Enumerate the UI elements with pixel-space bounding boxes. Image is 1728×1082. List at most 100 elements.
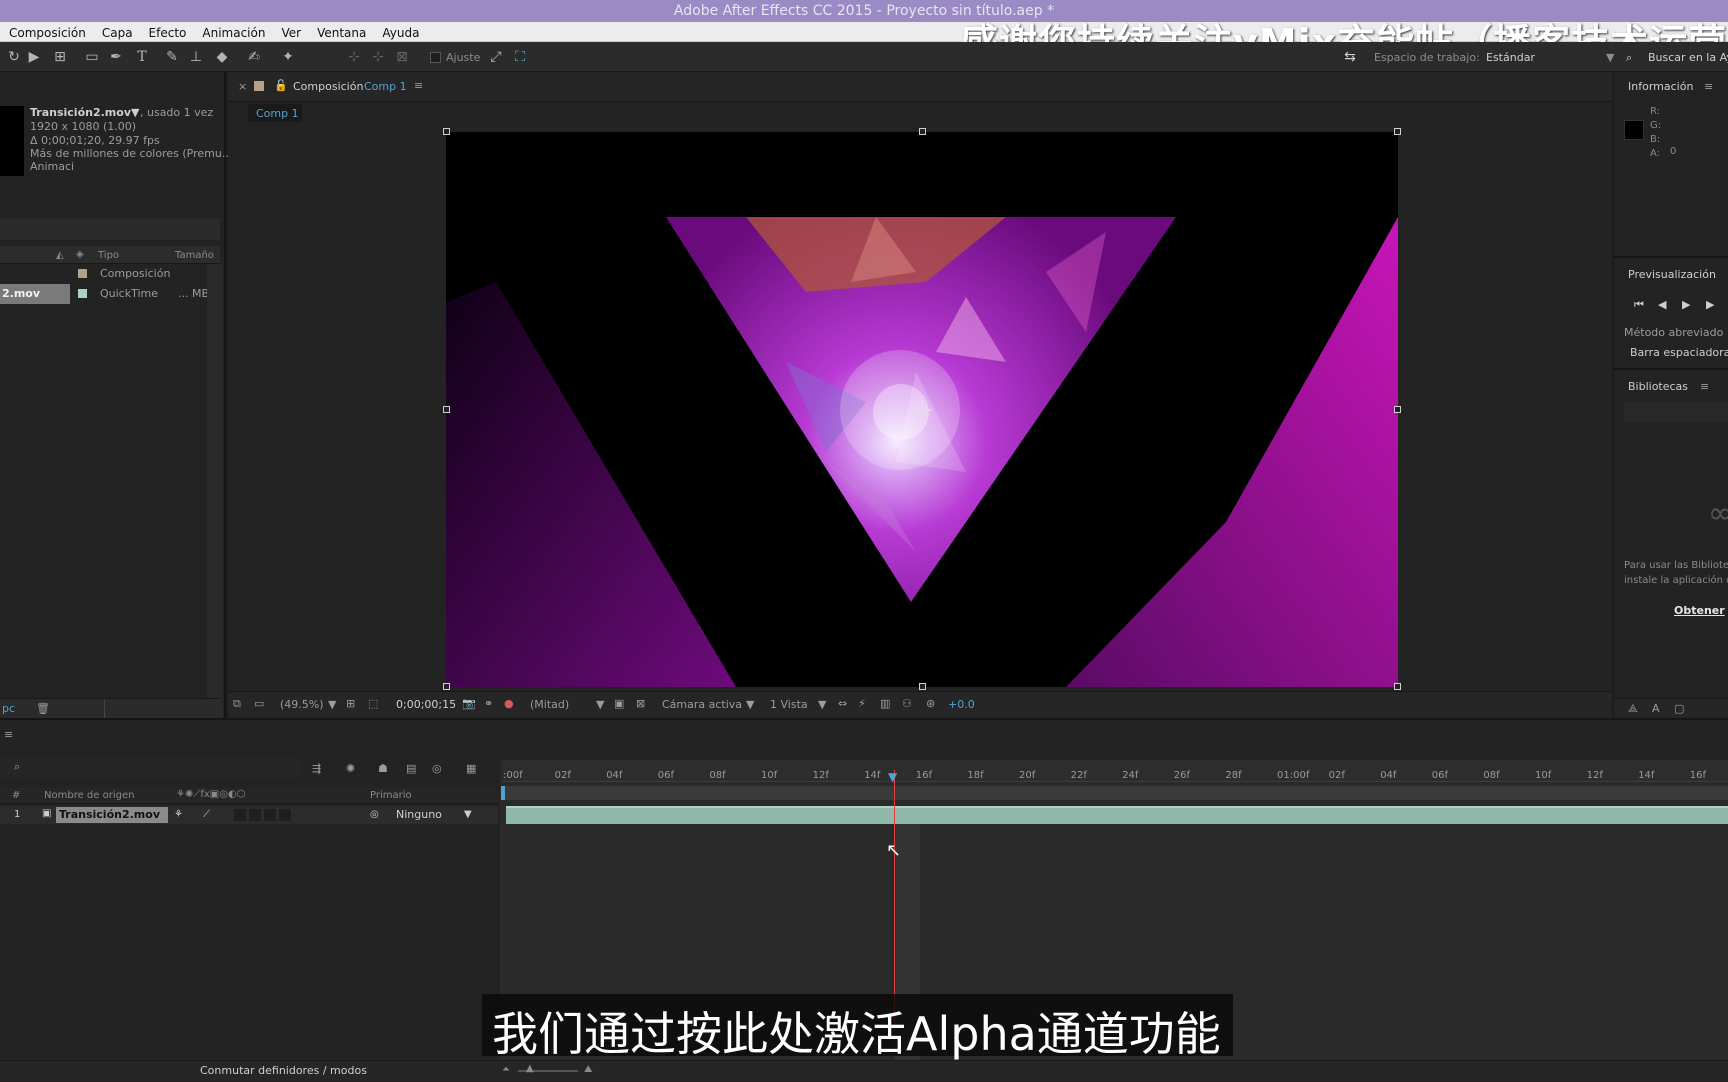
axis-view-icon[interactable]: ⊠ bbox=[394, 49, 410, 65]
camera-tool-icon[interactable]: ▶ bbox=[26, 49, 42, 65]
bpc-button[interactable]: pc bbox=[2, 702, 15, 715]
layer-duration-bar[interactable] bbox=[506, 806, 1728, 824]
workspace-sync-icon[interactable]: ⇆ bbox=[1342, 49, 1358, 65]
menu-animacion[interactable]: Animación bbox=[193, 23, 272, 40]
obtain-link[interactable]: Obtener bbox=[1674, 604, 1725, 617]
trash-icon[interactable]: 🗑 bbox=[36, 702, 50, 715]
motion-blur-icon[interactable]: ◎ bbox=[432, 762, 442, 775]
add-graphic-icon[interactable]: ⟁ bbox=[1628, 702, 1638, 716]
transform-handle[interactable] bbox=[1394, 683, 1401, 690]
info-menu-icon[interactable]: ≡ bbox=[1704, 80, 1713, 93]
pan-behind-tool-icon[interactable]: ⊞ bbox=[52, 49, 68, 65]
shy-switch-icon[interactable]: ⚘ bbox=[174, 809, 183, 820]
label-color-swatch[interactable] bbox=[78, 289, 87, 298]
zoom-in-icon[interactable]: ⛰ bbox=[584, 1064, 592, 1075]
composition-tab-name[interactable]: Comp 1 bbox=[364, 80, 407, 93]
draft-3d-icon[interactable]: ✺ bbox=[346, 762, 355, 775]
menu-ayuda[interactable]: Ayuda bbox=[373, 23, 426, 40]
previous-frame-icon[interactable]: ◀ bbox=[1658, 298, 1666, 311]
libraries-menu-icon[interactable]: ≡ bbox=[1700, 380, 1709, 393]
snapshot-camera-icon[interactable]: 📷 bbox=[462, 697, 476, 710]
layer-row[interactable]: 1 ▣ Transición2.mov ⚘ ⟋ ◎ Ninguno ▼ bbox=[0, 806, 498, 824]
eraser-tool-icon[interactable]: ◆ bbox=[214, 49, 230, 65]
zoom-out-icon[interactable]: ⏶ bbox=[502, 1064, 510, 1075]
add-text-style-icon[interactable]: A bbox=[1652, 702, 1660, 715]
first-frame-icon[interactable]: ⏮ bbox=[1634, 298, 1644, 312]
work-area-start-handle[interactable] bbox=[501, 786, 505, 800]
current-time-display[interactable]: 0;00;00;15 bbox=[396, 698, 456, 711]
3d-layer-switch[interactable] bbox=[279, 809, 291, 821]
resolution-dropdown-icon[interactable]: ▼ bbox=[596, 698, 604, 711]
clone-stamp-tool-icon[interactable]: ⊥ bbox=[188, 49, 204, 65]
exposure-value[interactable]: +0.0 bbox=[948, 698, 975, 711]
toggle-switches-modes-button[interactable]: Conmutar definidores / modos bbox=[200, 1064, 367, 1077]
column-source-name[interactable]: Nombre de origen bbox=[44, 790, 134, 801]
next-frame-icon[interactable]: ▶ bbox=[1706, 298, 1714, 311]
transform-handle[interactable] bbox=[443, 128, 450, 135]
workspace-dropdown-icon[interactable]: ▼ bbox=[1606, 51, 1614, 64]
motion-blur-switch[interactable] bbox=[264, 809, 276, 821]
magnification-toggle-icon[interactable]: ⧉ bbox=[233, 697, 241, 711]
brush-tool-icon[interactable]: ✎ bbox=[164, 49, 180, 65]
text-tool-icon[interactable]: T bbox=[134, 49, 150, 65]
monitor-icon[interactable]: ▭ bbox=[254, 697, 264, 710]
snap-edges-icon[interactable]: ⤢ bbox=[488, 49, 504, 65]
label-color-swatch[interactable] bbox=[78, 269, 87, 278]
add-color-icon[interactable]: ▢ bbox=[1674, 702, 1684, 715]
zoom-dropdown-icon[interactable]: ▼ bbox=[328, 698, 336, 711]
composition-canvas[interactable] bbox=[446, 132, 1398, 687]
timeline-menu-icon[interactable]: ≡ bbox=[4, 728, 13, 741]
menu-composicion[interactable]: Composición bbox=[0, 23, 93, 40]
camera-dropdown-icon[interactable]: ▼ bbox=[746, 698, 754, 711]
column-type[interactable]: Tipo bbox=[98, 250, 119, 261]
hide-shy-layers-icon[interactable]: ☗ bbox=[378, 762, 388, 775]
region-of-interest-icon[interactable]: ▣ bbox=[614, 697, 624, 710]
transform-handle[interactable] bbox=[443, 683, 450, 690]
show-snapshot-icon[interactable]: ⚭ bbox=[484, 697, 493, 710]
project-row-selected[interactable]: 2.mov QuickTime ... MB bbox=[0, 284, 209, 304]
grid-icon[interactable]: ⊞ bbox=[346, 697, 355, 710]
pick-whip-icon[interactable]: ◎ bbox=[370, 809, 379, 820]
sort-icon[interactable]: ◭ bbox=[56, 250, 64, 261]
frame-blending-icon[interactable]: ▤ bbox=[406, 762, 416, 775]
transform-handle[interactable] bbox=[919, 128, 926, 135]
timeline-toggle-icon[interactable]: ▥ bbox=[880, 697, 890, 710]
playhead-line[interactable] bbox=[894, 770, 895, 1032]
libraries-select[interactable] bbox=[1624, 402, 1728, 422]
roto-brush-tool-icon[interactable]: ✍ bbox=[246, 49, 262, 65]
frame-blend-switch[interactable] bbox=[249, 809, 261, 821]
label-tag-icon[interactable]: ◈ bbox=[76, 249, 84, 260]
transform-handle[interactable] bbox=[443, 406, 450, 413]
rotate-tool-icon[interactable]: ↻ bbox=[6, 49, 22, 65]
composition-tab-label[interactable]: Composición bbox=[293, 80, 363, 93]
axis-local-icon[interactable]: ⊹ bbox=[346, 49, 362, 65]
work-area-bar[interactable] bbox=[502, 786, 1728, 800]
transform-handle[interactable] bbox=[1394, 406, 1401, 413]
current-time-indicator-icon[interactable]: ▼ bbox=[888, 770, 897, 784]
project-row[interactable]: Composición ⚇ bbox=[0, 264, 219, 284]
close-tab-icon[interactable]: × bbox=[238, 80, 247, 93]
play-icon[interactable]: ▶ bbox=[1682, 298, 1690, 311]
shortcut-select[interactable]: Barra espaciadora bbox=[1630, 346, 1728, 359]
layer-search-input[interactable] bbox=[0, 758, 300, 778]
alpha-channel-toggle-icon[interactable]: ● bbox=[504, 697, 514, 710]
axis-world-icon[interactable]: ⊹ bbox=[370, 49, 386, 65]
help-search-input[interactable]: Buscar en la Ayu bbox=[1648, 51, 1728, 64]
transform-handle[interactable] bbox=[919, 683, 926, 690]
views-dropdown-icon[interactable]: ▼ bbox=[818, 698, 826, 711]
quality-switch-icon[interactable]: ⟋ bbox=[203, 809, 210, 820]
menu-ver[interactable]: Ver bbox=[272, 23, 308, 40]
rectangle-tool-icon[interactable]: ▭ bbox=[84, 49, 100, 65]
transparency-grid-icon[interactable]: ⊠ bbox=[636, 697, 645, 710]
view-layout-select[interactable]: 1 Vista bbox=[770, 698, 808, 711]
resolution-select[interactable]: (Mitad) bbox=[530, 698, 569, 711]
mask-visibility-icon[interactable]: ⬚ bbox=[368, 697, 378, 710]
transform-handle[interactable] bbox=[1394, 128, 1401, 135]
lock-icon[interactable]: 🔓 bbox=[274, 79, 288, 92]
project-search-bar[interactable] bbox=[0, 218, 220, 240]
snap-checkbox[interactable] bbox=[430, 52, 441, 63]
fast-preview-icon[interactable]: ⚡ bbox=[858, 697, 866, 710]
workspace-select[interactable]: Estándar bbox=[1486, 51, 1535, 64]
pixel-aspect-icon[interactable]: ⇔ bbox=[838, 697, 847, 710]
pen-tool-icon[interactable]: ✒ bbox=[108, 49, 124, 65]
